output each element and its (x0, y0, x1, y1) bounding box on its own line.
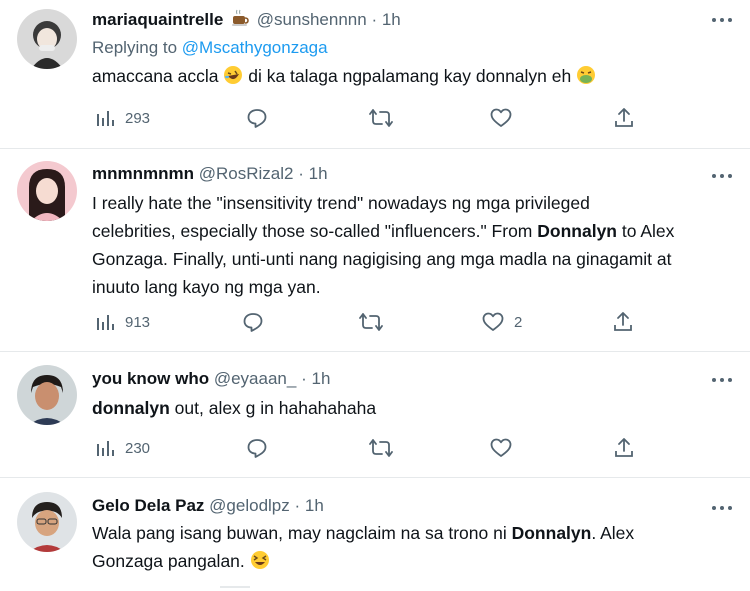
separator-dot: · (298, 164, 304, 183)
more-dots-icon[interactable] (712, 170, 736, 182)
avatar[interactable] (17, 9, 77, 69)
display-name[interactable]: mnmnmnmn (92, 164, 194, 183)
tweet-text-line: I really hate the "insensitivity trend" … (92, 193, 590, 213)
separator-dot: · (294, 496, 301, 515)
mention-donnalyn: Donnalyn (537, 221, 617, 241)
views-count: 913 (125, 313, 151, 331)
handle[interactable]: @sunshennnn (257, 10, 367, 29)
separator-dot: · (301, 369, 307, 388)
tweet-actions-clipped (220, 586, 250, 588)
like-action[interactable] (490, 106, 522, 130)
tweet-1[interactable]: mariaquaintrelle @sunshennnn · 1h Replyi… (0, 0, 750, 148)
tweet-text-line: celebrities, especially those so-called … (92, 217, 732, 245)
timestamp[interactable]: 1h (382, 10, 401, 29)
tweet-actions: 230 (92, 436, 652, 460)
views-action[interactable]: 230 (95, 436, 150, 460)
retweet-icon (369, 439, 393, 457)
separator-dot: · (371, 10, 378, 29)
retweet-icon (369, 109, 393, 127)
more-dots-icon[interactable] (712, 14, 736, 26)
more-dots-icon[interactable] (712, 374, 736, 386)
bar-chart-icon (97, 111, 114, 126)
mention-donnalyn: Donnalyn (511, 523, 592, 543)
handle[interactable]: @eyaaan_ (214, 369, 297, 388)
tweet-4[interactable]: Gelo Dela Paz @gelodlpz · 1h Wala pang i… (0, 478, 750, 591)
tweet-header: mnmnmnmn @RosRizal2 · 1h (92, 163, 328, 185)
display-name[interactable]: you know who (92, 369, 209, 388)
tweet-3[interactable]: you know who @eyaaan_ · 1h donnalyn out,… (0, 352, 750, 477)
share-action[interactable] (613, 310, 633, 334)
retweet-action[interactable] (369, 106, 393, 130)
avatar[interactable] (17, 492, 77, 552)
speech-bubble-icon (247, 439, 267, 458)
replying-to: Replying to @Mscathygonzaga (92, 37, 328, 59)
timestamp[interactable]: 1h (311, 369, 330, 388)
tweet-text-line: Gonzaga. Finally, unti-unti nang nagigis… (92, 249, 672, 269)
tweet-header: you know who @eyaaan_ · 1h (92, 368, 330, 390)
tweet-text-part: celebrities, especially those so-called … (92, 221, 533, 241)
bar-chart-icon (97, 315, 114, 330)
heart-icon (490, 438, 512, 457)
handle[interactable]: @RosRizal2 (199, 164, 294, 183)
share-upload-icon (615, 108, 633, 127)
tweet-text-line: inuuto lang kayo ng mga yan. (92, 277, 321, 297)
nauseated-face-emoji-icon (576, 65, 596, 85)
views-count: 293 (125, 109, 151, 127)
speech-bubble-icon (247, 109, 267, 128)
tweet-text-part: . Alex (591, 523, 635, 543)
tweet-text-line: Wala pang isang buwan, may nagclaim na s… (92, 519, 732, 547)
avatar[interactable] (17, 365, 77, 425)
tweet-header: Gelo Dela Paz @gelodlpz · 1h (92, 495, 324, 517)
tweet-text: amaccana accla di ka talaga ngpalamang k… (92, 62, 732, 90)
display-name[interactable]: Gelo Dela Paz (92, 496, 204, 515)
reply-action[interactable] (246, 106, 268, 130)
reply-handle-link[interactable]: @Mscathygonzaga (182, 38, 328, 57)
tweet-text-part: Gonzaga pangalan. (92, 551, 245, 571)
tweet-text: donnalyn out, alex g in hahahahaha (92, 394, 732, 422)
heart-icon (482, 312, 504, 331)
retweet-action[interactable] (359, 310, 383, 334)
retweet-action[interactable] (369, 436, 393, 460)
speech-bubble-icon (243, 313, 263, 332)
tweet-actions: 293 (92, 106, 652, 130)
handle[interactable]: @gelodlpz (209, 496, 290, 515)
like-action[interactable] (490, 436, 522, 460)
tweet-text-part: di ka talaga ngpalamang kay donnalyn eh (248, 66, 572, 86)
bar-chart-icon (97, 441, 114, 456)
tweet-header: mariaquaintrelle @sunshennnn · 1h (92, 8, 401, 31)
avatar[interactable] (17, 161, 77, 221)
tweet-text-part: Wala pang isang buwan, may nagclaim na s… (92, 523, 507, 543)
share-action[interactable] (614, 106, 634, 130)
views-count: 230 (125, 439, 151, 457)
coffee-emoji-icon (230, 8, 250, 28)
mention-donnalyn: donnalyn (92, 398, 170, 418)
heart-icon (490, 108, 512, 127)
share-upload-icon (614, 312, 632, 331)
tweet-text-line: Gonzaga pangalan. (92, 547, 732, 575)
tweet-text: I really hate the "insensitivity trend" … (92, 189, 732, 301)
views-action[interactable]: 913 (95, 310, 150, 334)
rolling-laughing-emoji-icon (223, 65, 243, 85)
replying-to-label: Replying to (92, 38, 178, 57)
timestamp[interactable]: 1h (309, 164, 328, 183)
likes-count: 2 (514, 313, 523, 331)
tweet-text-part: to Alex (621, 221, 675, 241)
display-name[interactable]: mariaquaintrelle (92, 10, 223, 29)
retweet-icon (359, 313, 383, 331)
tweet-actions: 913 2 (92, 310, 652, 334)
share-action[interactable] (614, 436, 634, 460)
tweet-2[interactable]: mnmnmnmn @RosRizal2 · 1h I really hate t… (0, 149, 750, 351)
tweet-text: Wala pang isang buwan, may nagclaim na s… (92, 519, 732, 575)
like-action[interactable]: 2 (482, 310, 522, 334)
share-upload-icon (615, 438, 633, 457)
views-action[interactable]: 293 (95, 106, 150, 130)
tweet-text-part: out, alex g in hahahahaha (174, 398, 377, 418)
reply-action[interactable] (242, 310, 264, 334)
reply-action[interactable] (246, 436, 268, 460)
more-dots-icon[interactable] (712, 502, 736, 514)
grinning-squinting-emoji-icon (250, 550, 270, 570)
tweet-text-part: amaccana accla (92, 66, 219, 86)
timestamp[interactable]: 1h (305, 496, 324, 515)
